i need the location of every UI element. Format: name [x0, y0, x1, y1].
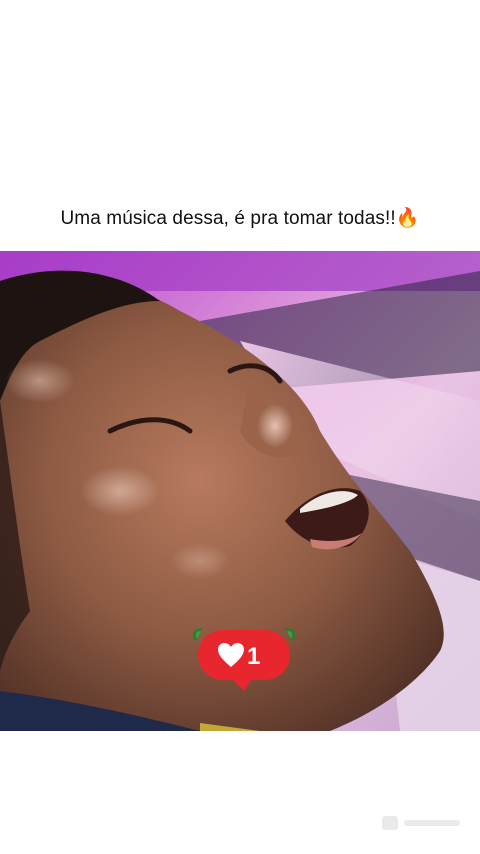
- post-page: Uma música dessa, é pra tomar todas!!🔥 1: [0, 0, 480, 854]
- heart-icon: [217, 642, 245, 668]
- like-count: 1: [247, 643, 261, 670]
- post-caption: Uma música dessa, é pra tomar todas!!🔥: [60, 208, 420, 229]
- like-notification-badge[interactable]: 1: [192, 624, 296, 692]
- watermark: [382, 812, 462, 834]
